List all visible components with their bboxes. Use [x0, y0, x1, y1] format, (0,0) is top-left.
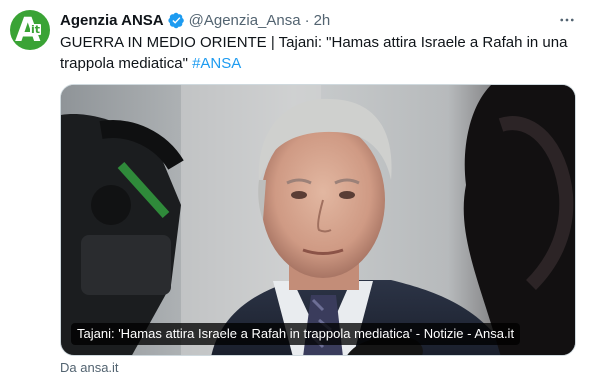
tweet-text: GUERRA IN MEDIO ORIENTE | Tajani: "Hamas… — [60, 32, 570, 74]
more-horizontal-icon — [560, 18, 574, 22]
verified-badge-icon — [168, 12, 184, 28]
avatar[interactable]: A it — [10, 10, 50, 50]
account-handle[interactable]: @Agenzia_Ansa — [189, 12, 301, 29]
separator-dot: · — [304, 11, 310, 29]
tweet[interactable]: A it Agenzia ANSA @Agenzia_Ansa · 2h GUE… — [0, 0, 591, 384]
avatar-logo-badge: it — [30, 23, 42, 36]
tweet-body: GUERRA IN MEDIO ORIENTE | Tajani: "Hamas… — [60, 34, 568, 72]
hashtag-link[interactable]: #ANSA — [192, 55, 241, 72]
tweet-header: Agenzia ANSA @Agenzia_Ansa · 2h — [60, 10, 330, 30]
display-name[interactable]: Agenzia ANSA — [60, 12, 164, 29]
card-image — [61, 85, 575, 355]
card-source-link[interactable]: Da ansa.it — [60, 360, 119, 376]
more-options-button[interactable] — [556, 10, 578, 30]
card-title: Tajani: 'Hamas attira Israele a Rafah in… — [71, 323, 521, 345]
link-card[interactable]: Tajani: 'Hamas attira Israele a Rafah in… — [60, 84, 576, 356]
tweet-timestamp[interactable]: 2h — [314, 12, 331, 29]
